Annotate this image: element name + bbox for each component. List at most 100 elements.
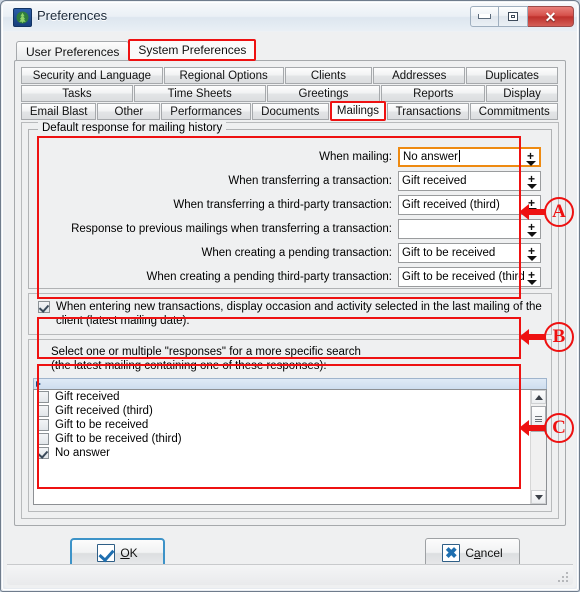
status-bar [7, 564, 573, 585]
response-checkbox-gift-received-third[interactable] [37, 405, 49, 417]
display-occasion-label: When entering new transactions, display … [56, 301, 542, 327]
app-plant-emblem-icon [13, 8, 32, 27]
field-when-creating-pending-label: When creating a pending transaction: [201, 247, 392, 259]
tab-reports[interactable]: Reports [381, 85, 486, 102]
tab-performances[interactable]: Performances [161, 103, 251, 120]
annotation-marker-a: A [544, 197, 574, 227]
restore-icon [508, 12, 518, 21]
tab-other[interactable]: Other [97, 103, 161, 120]
field-when-creating-pending-third-party: When creating a pending third-party tran… [39, 266, 541, 288]
tab-mailings-label: Mailings [336, 105, 380, 117]
tab-transactions-label: Transactions [395, 105, 462, 118]
tab-time-sheets[interactable]: Time Sheets [133, 85, 266, 102]
tab-regional-options-label: Regional Options [179, 69, 268, 82]
when-transferring-transaction-combobox[interactable]: Gift received + [398, 171, 541, 191]
list-item[interactable]: Gift to be received [34, 418, 546, 432]
tab-user-preferences[interactable]: User Preferences [16, 41, 130, 61]
when-mailing-value: No answer [400, 148, 523, 166]
default-response-group: Default response for mailing history Whe… [28, 122, 552, 289]
field-when-transferring-third-party-label: When transferring a third-party transact… [173, 199, 392, 211]
annotation-marker-a-label: A [544, 197, 574, 227]
when-creating-pending-third-party-combobox[interactable]: Gift to be received (third + [398, 267, 541, 287]
window-controls: ✕ [470, 6, 574, 27]
display-occasion-section: When entering new transactions, display … [28, 293, 552, 335]
tab-other-label: Other [114, 105, 144, 118]
tab-clients-label: Clients [310, 69, 346, 82]
restore-button[interactable] [499, 6, 528, 27]
when-mailing-spin-icon[interactable]: + [525, 150, 536, 167]
display-occasion-row[interactable]: When entering new transactions, display … [38, 300, 543, 328]
when-transferring-third-party-value: Gift received (third) [402, 199, 500, 211]
tab-addresses[interactable]: Addresses [373, 67, 466, 84]
tab-mailings[interactable]: Mailings [329, 101, 387, 121]
field-when-mailing: When mailing: No answer + [39, 146, 541, 168]
title-bar[interactable]: Preferences ✕ [3, 3, 577, 31]
cross-icon: ✖ [442, 544, 461, 562]
response-checkbox-gift-to-be-received-third[interactable] [37, 433, 49, 445]
tab-greetings[interactable]: Greetings [266, 85, 381, 102]
scroll-up-icon [534, 394, 543, 400]
outer-tab-strip: User Preferences System Preferences [16, 39, 257, 61]
default-response-group-legend: Default response for mailing history [38, 122, 227, 134]
tab-commitments-label: Commitments [478, 105, 550, 118]
minimize-icon [478, 14, 491, 19]
tab-email-blast[interactable]: Email Blast [21, 103, 97, 120]
tab-commitments[interactable]: Commitments [470, 103, 559, 120]
list-item-label: Gift received [55, 391, 120, 403]
tab-tasks[interactable]: Tasks [21, 85, 133, 102]
response-checkbox-no-answer[interactable] [37, 447, 49, 459]
when-creating-pending-spin-icon[interactable]: + [526, 245, 537, 262]
tab-display-label: Display [503, 87, 541, 100]
minimize-button[interactable] [470, 6, 499, 27]
play-triangle-icon [36, 381, 41, 387]
when-creating-pending-third-party-value: Gift to be received (third [402, 271, 524, 283]
window-title: Preferences [37, 8, 108, 23]
responses-hint: Select one or multiple "responses" for a… [51, 345, 361, 373]
ok-button-label: OK [120, 546, 138, 560]
checkmark-icon [97, 544, 116, 562]
display-occasion-checkbox[interactable] [38, 301, 50, 313]
responses-listbox[interactable]: Gift received Gift received (third) Gift… [33, 389, 547, 505]
tab-system-preferences[interactable]: System Preferences [128, 39, 257, 61]
when-transferring-transaction-spin-icon[interactable]: + [526, 173, 537, 190]
field-when-transferring-third-party: When transferring a third-party transact… [39, 194, 541, 216]
list-item[interactable]: Gift received (third) [34, 404, 546, 418]
mailings-tab-content: Default response for mailing history Whe… [21, 122, 559, 519]
response-checkbox-gift-received[interactable] [37, 391, 49, 403]
when-creating-pending-value: Gift to be received [402, 247, 496, 259]
close-button[interactable]: ✕ [528, 6, 574, 27]
tab-addresses-label: Addresses [392, 69, 447, 82]
tab-duplicates[interactable]: Duplicates [466, 67, 558, 84]
tab-security-and-language[interactable]: Security and Language [21, 67, 163, 84]
when-transferring-transaction-value: Gift received [402, 175, 467, 187]
responses-scrollbar[interactable] [530, 390, 546, 504]
scroll-down-button[interactable] [531, 490, 546, 504]
tab-display[interactable]: Display [486, 85, 558, 102]
list-item[interactable]: Gift received [34, 390, 546, 404]
list-item[interactable]: No answer [34, 446, 546, 460]
response-previous-mailings-spin-icon[interactable]: + [526, 221, 537, 238]
tab-transactions[interactable]: Transactions [387, 103, 470, 120]
list-item[interactable]: Gift to be received (third) [34, 432, 546, 446]
tab-security-and-language-label: Security and Language [32, 69, 152, 82]
field-when-transferring-transaction: When transferring a transaction: Gift re… [39, 170, 541, 192]
field-response-previous-mailings-label: Response to previous mailings when trans… [71, 223, 392, 235]
resize-grip-icon[interactable] [557, 571, 568, 582]
list-item-label: Gift received (third) [55, 405, 153, 417]
when-mailing-combobox[interactable]: No answer + [398, 147, 541, 167]
response-previous-mailings-combobox[interactable]: + [398, 219, 541, 239]
annotation-marker-b: B [544, 322, 574, 352]
field-response-previous-mailings: Response to previous mailings when trans… [39, 218, 541, 240]
response-checkbox-gift-to-be-received[interactable] [37, 419, 49, 431]
tab-documents[interactable]: Documents [251, 103, 329, 120]
field-when-mailing-label: When mailing: [319, 151, 392, 163]
client-area: User Preferences System Preferences Secu… [4, 32, 576, 588]
tab-clients[interactable]: Clients [284, 67, 373, 84]
tab-documents-label: Documents [261, 105, 320, 118]
when-creating-pending-combobox[interactable]: Gift to be received + [398, 243, 541, 263]
system-preferences-panel: Security and Language Regional Options C… [14, 60, 566, 526]
tab-regional-options[interactable]: Regional Options [163, 67, 284, 84]
when-creating-pending-third-party-spin-icon[interactable]: + [526, 269, 537, 286]
scroll-up-button[interactable] [531, 390, 546, 404]
scrollbar-grip-icon [535, 415, 542, 424]
